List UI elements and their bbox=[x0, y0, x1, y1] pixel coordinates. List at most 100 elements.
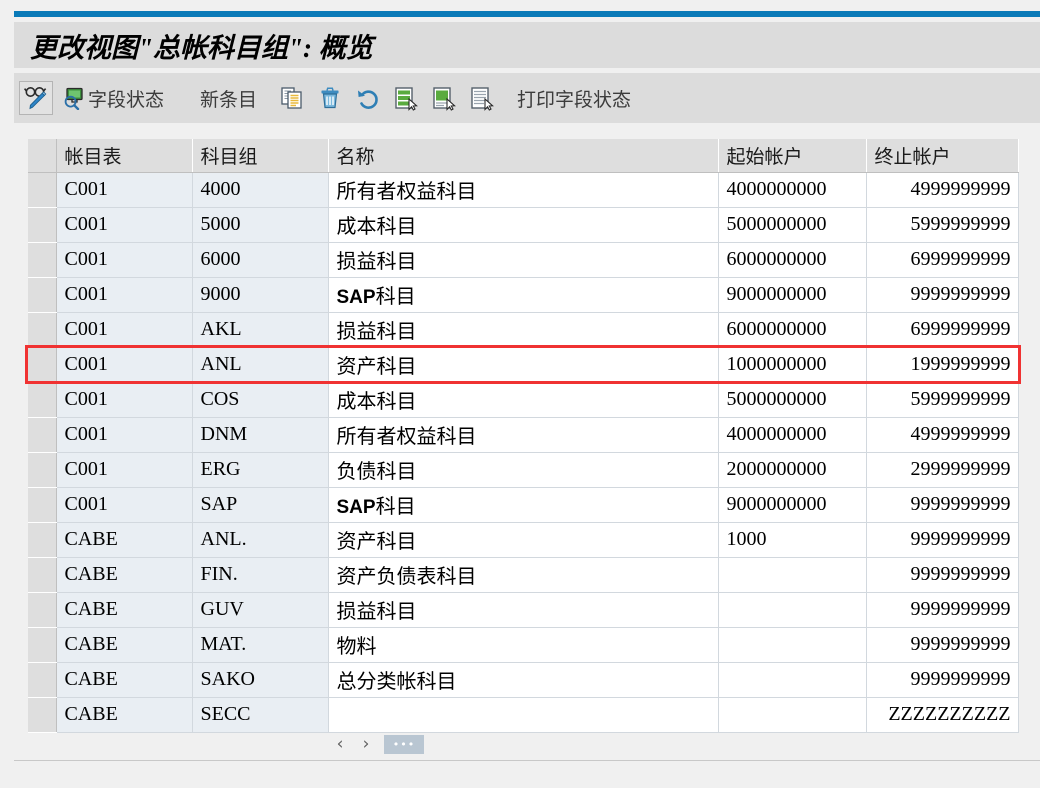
cell-account-group[interactable]: GUV bbox=[192, 592, 329, 628]
field-status-button[interactable]: 字段状态 bbox=[59, 81, 169, 115]
cell-from-account[interactable]: 1000 bbox=[718, 522, 867, 558]
cell-chart-of-accounts[interactable]: C001 bbox=[56, 242, 193, 278]
cell-name[interactable]: 损益科目 bbox=[328, 242, 719, 278]
cell-chart-of-accounts[interactable]: C001 bbox=[56, 347, 193, 383]
cell-to-account[interactable]: 5999999999 bbox=[866, 382, 1019, 418]
cell-account-group[interactable]: SAKO bbox=[192, 662, 329, 698]
delete-button[interactable] bbox=[314, 81, 346, 115]
cell-account-group[interactable]: AKL bbox=[192, 312, 329, 348]
cell-from-account[interactable] bbox=[718, 557, 867, 593]
copy-button[interactable] bbox=[276, 81, 308, 115]
cell-from-account[interactable]: 6000000000 bbox=[718, 312, 867, 348]
table-row[interactable]: C001 4000 所有者权益科目 4000000000 4999999999 bbox=[28, 172, 1019, 208]
cell-chart-of-accounts[interactable]: C001 bbox=[56, 382, 193, 418]
cell-to-account[interactable]: 9999999999 bbox=[866, 487, 1019, 523]
column-header-name[interactable]: 名称 bbox=[328, 139, 719, 173]
column-header-chart-of-accounts[interactable]: 帐目表 bbox=[56, 139, 193, 173]
cell-to-account[interactable]: 9999999999 bbox=[866, 592, 1019, 628]
cell-account-group[interactable]: ERG bbox=[192, 452, 329, 488]
cell-from-account[interactable]: 4000000000 bbox=[718, 172, 867, 208]
row-select-cell[interactable] bbox=[28, 312, 57, 348]
row-select-cell[interactable] bbox=[28, 592, 57, 628]
cell-name[interactable]: 物料 bbox=[328, 627, 719, 663]
table-row[interactable]: C001 DNM 所有者权益科目 4000000000 4999999999 bbox=[28, 417, 1019, 453]
cell-account-group[interactable]: SAP bbox=[192, 487, 329, 523]
cell-account-group[interactable]: ANL. bbox=[192, 522, 329, 558]
row-select-cell[interactable] bbox=[28, 347, 57, 383]
cell-chart-of-accounts[interactable]: C001 bbox=[56, 277, 193, 313]
cell-to-account[interactable]: 9999999999 bbox=[866, 522, 1019, 558]
cell-name[interactable]: 损益科目 bbox=[328, 312, 719, 348]
cell-from-account[interactable]: 2000000000 bbox=[718, 452, 867, 488]
cell-name[interactable]: 所有者权益科目 bbox=[328, 172, 719, 208]
column-header-to-account[interactable]: 终止帐户 bbox=[866, 139, 1019, 173]
cell-to-account[interactable]: 9999999999 bbox=[866, 557, 1019, 593]
cell-chart-of-accounts[interactable]: C001 bbox=[56, 312, 193, 348]
select-all-button[interactable] bbox=[390, 81, 422, 115]
undo-button[interactable] bbox=[352, 81, 384, 115]
cell-account-group[interactable]: COS bbox=[192, 382, 329, 418]
cell-from-account[interactable]: 5000000000 bbox=[718, 382, 867, 418]
new-entries-button[interactable]: 新条目 bbox=[195, 81, 262, 115]
table-row[interactable]: CABE FIN. 资产负债表科目 9999999999 bbox=[28, 557, 1019, 593]
column-header-account-group[interactable]: 科目组 bbox=[192, 139, 329, 173]
row-select-cell[interactable] bbox=[28, 452, 57, 488]
row-select-cell[interactable] bbox=[28, 277, 57, 313]
cell-to-account[interactable]: 4999999999 bbox=[866, 172, 1019, 208]
cell-name[interactable]: 资产科目 bbox=[328, 347, 719, 383]
cell-chart-of-accounts[interactable]: C001 bbox=[56, 417, 193, 453]
table-row[interactable]: CABE ANL. 资产科目 1000 9999999999 bbox=[28, 522, 1019, 558]
cell-from-account[interactable]: 5000000000 bbox=[718, 207, 867, 243]
row-select-cell[interactable] bbox=[28, 207, 57, 243]
cell-name[interactable]: 负债科目 bbox=[328, 452, 719, 488]
select-block-button[interactable] bbox=[428, 81, 460, 115]
table-row[interactable]: CABE GUV 损益科目 9999999999 bbox=[28, 592, 1019, 628]
cell-to-account[interactable]: 9999999999 bbox=[866, 277, 1019, 313]
cell-to-account[interactable]: 5999999999 bbox=[866, 207, 1019, 243]
cell-from-account[interactable]: 1000000000 bbox=[718, 347, 867, 383]
row-select-cell[interactable] bbox=[28, 242, 57, 278]
cell-account-group[interactable]: 9000 bbox=[192, 277, 329, 313]
cell-from-account[interactable] bbox=[718, 662, 867, 698]
cell-account-group[interactable]: 5000 bbox=[192, 207, 329, 243]
table-row[interactable]: C001 ERG 负债科目 2000000000 2999999999 bbox=[28, 452, 1019, 488]
cell-name[interactable]: 损益科目 bbox=[328, 592, 719, 628]
pager-next-button[interactable]: › bbox=[358, 734, 374, 754]
table-row[interactable]: C001 SAP SAP科目 9000000000 9999999999 bbox=[28, 487, 1019, 523]
cell-account-group[interactable]: FIN. bbox=[192, 557, 329, 593]
cell-name[interactable]: 所有者权益科目 bbox=[328, 417, 719, 453]
cell-account-group[interactable]: DNM bbox=[192, 417, 329, 453]
cell-chart-of-accounts[interactable]: CABE bbox=[56, 627, 193, 663]
cell-to-account[interactable]: 4999999999 bbox=[866, 417, 1019, 453]
cell-to-account[interactable]: 6999999999 bbox=[866, 312, 1019, 348]
deselect-button[interactable] bbox=[466, 81, 498, 115]
cell-chart-of-accounts[interactable]: C001 bbox=[56, 207, 193, 243]
cell-account-group[interactable]: 4000 bbox=[192, 172, 329, 208]
cell-name[interactable]: SAP科目 bbox=[328, 277, 719, 313]
table-row[interactable]: C001 5000 成本科目 5000000000 5999999999 bbox=[28, 207, 1019, 243]
cell-to-account[interactable]: 2999999999 bbox=[866, 452, 1019, 488]
cell-chart-of-accounts[interactable]: CABE bbox=[56, 557, 193, 593]
cell-from-account[interactable] bbox=[718, 592, 867, 628]
column-header-from-account[interactable]: 起始帐户 bbox=[718, 139, 867, 173]
row-select-cell[interactable] bbox=[28, 487, 57, 523]
cell-chart-of-accounts[interactable]: C001 bbox=[56, 172, 193, 208]
cell-name[interactable]: 资产科目 bbox=[328, 522, 719, 558]
cell-from-account[interactable]: 9000000000 bbox=[718, 277, 867, 313]
row-select-cell[interactable] bbox=[28, 172, 57, 208]
pager-more-button[interactable]: ••• bbox=[384, 734, 424, 754]
cell-name[interactable]: 总分类帐科目 bbox=[328, 662, 719, 698]
cell-to-account[interactable]: 9999999999 bbox=[866, 627, 1019, 663]
cell-chart-of-accounts[interactable]: C001 bbox=[56, 487, 193, 523]
cell-name[interactable]: 成本科目 bbox=[328, 382, 719, 418]
cell-from-account[interactable]: 9000000000 bbox=[718, 487, 867, 523]
table-row[interactable]: C001 COS 成本科目 5000000000 5999999999 bbox=[28, 382, 1019, 418]
cell-from-account[interactable]: 6000000000 bbox=[718, 242, 867, 278]
table-row[interactable]: CABE MAT. 物料 9999999999 bbox=[28, 627, 1019, 663]
cell-to-account[interactable]: 9999999999 bbox=[866, 662, 1019, 698]
cell-name[interactable]: SAP科目 bbox=[328, 487, 719, 523]
table-row[interactable]: C001 AKL 损益科目 6000000000 6999999999 bbox=[28, 312, 1019, 348]
display-change-button[interactable] bbox=[19, 81, 53, 115]
cell-chart-of-accounts[interactable]: CABE bbox=[56, 662, 193, 698]
row-select-cell[interactable] bbox=[28, 382, 57, 418]
